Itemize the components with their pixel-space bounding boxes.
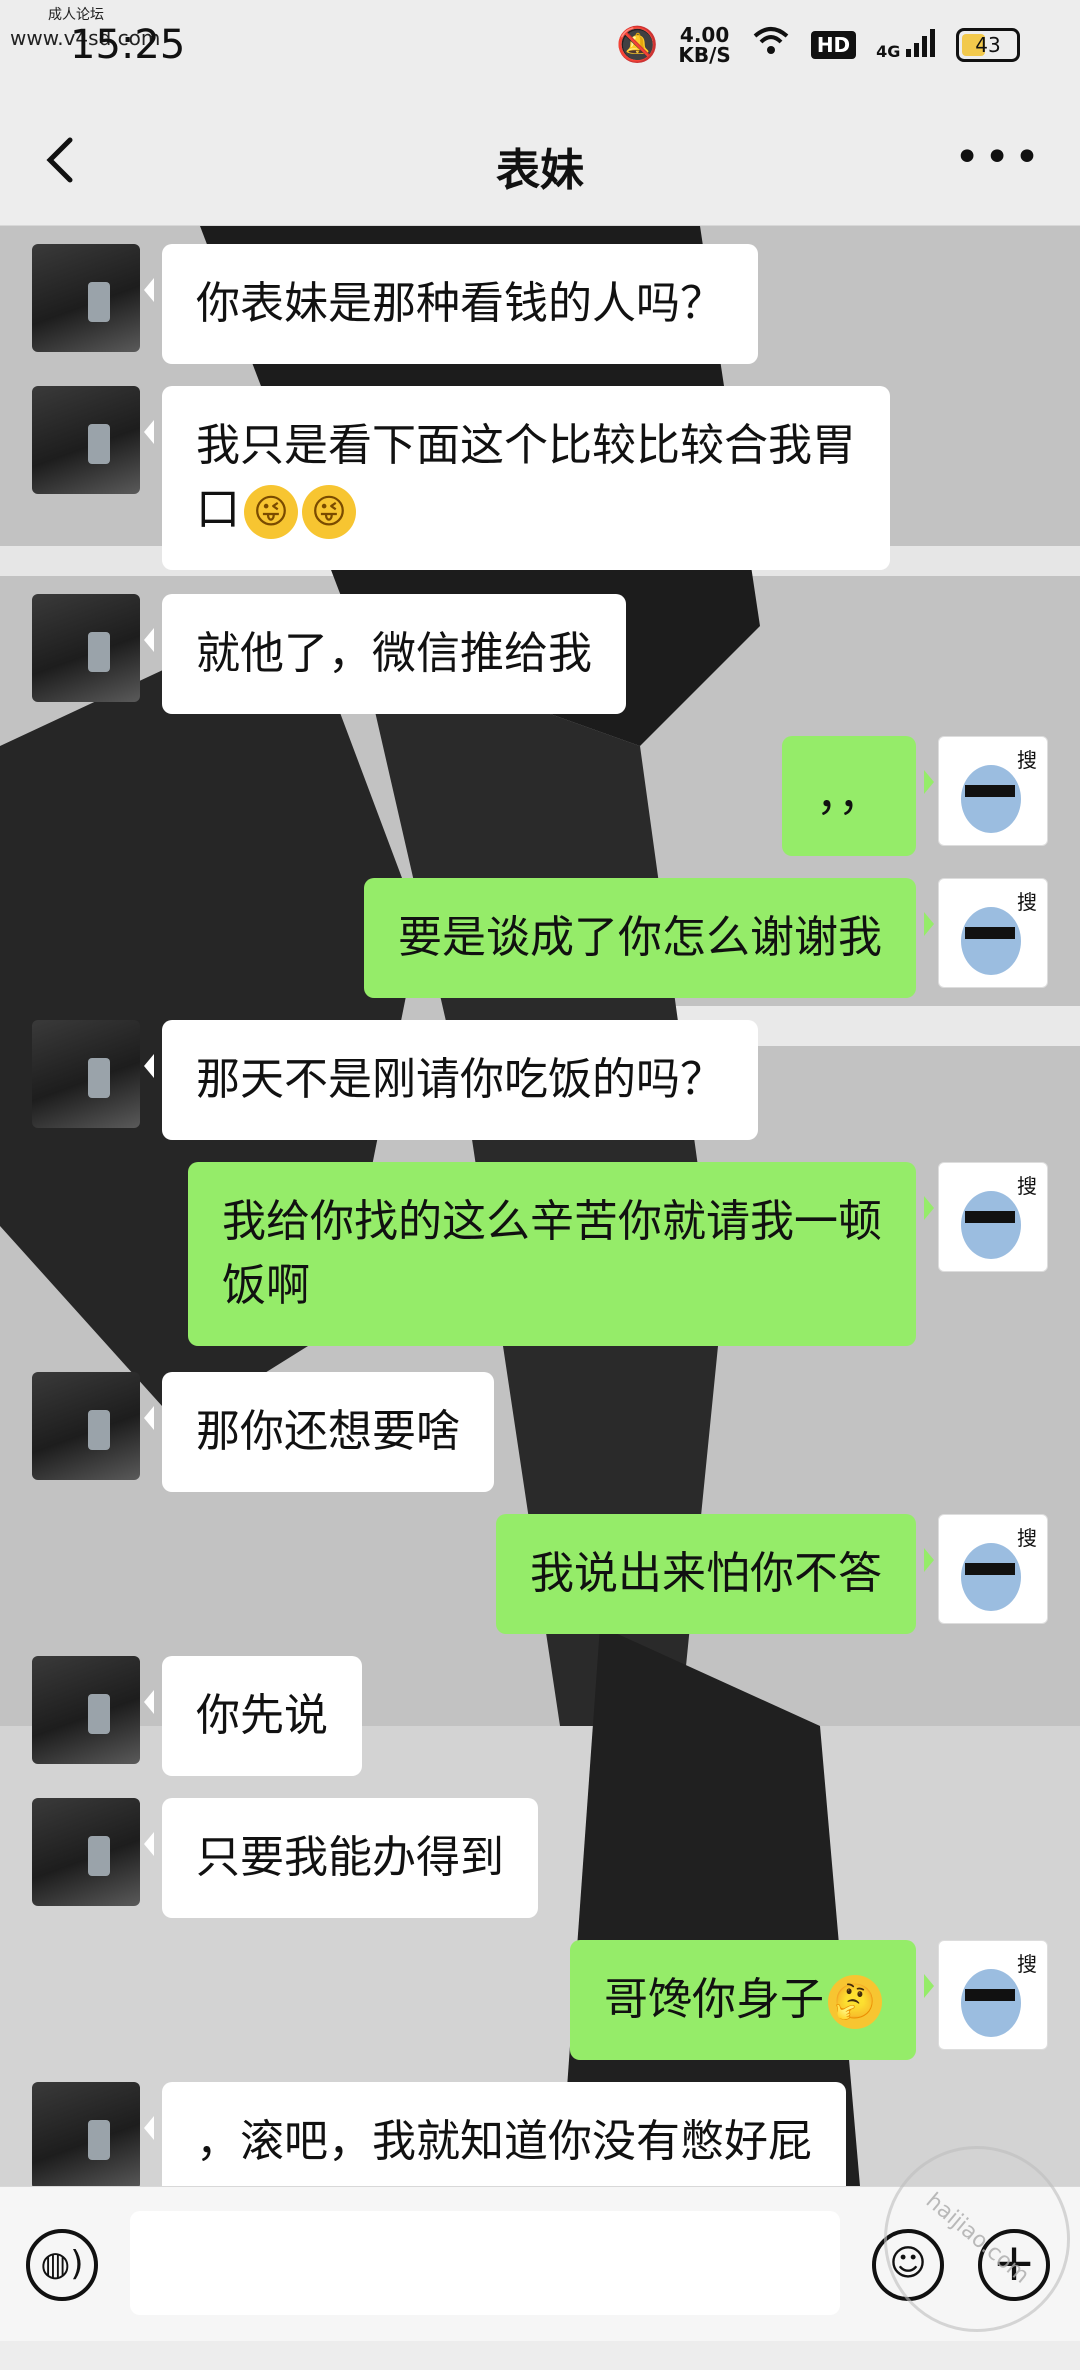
clock: 15:25 [70, 22, 186, 68]
voice-input-icon[interactable]: ◍) [26, 2229, 98, 2301]
message-row: 我只是看下面这个比较比较合我胃口 😜 😜 [32, 386, 912, 570]
message-bubble[interactable]: 那你还想要啥 [144, 1372, 494, 1492]
message-bubble[interactable]: 要是谈成了你怎么谢谢我 [364, 878, 934, 998]
message-row: 搜 我说出来怕你不答 [474, 1514, 1048, 1634]
message-bubble[interactable]: ，滚吧，我就知道你没有憋好屁 [144, 2082, 846, 2186]
more-options-icon[interactable]: ••• [954, 132, 1044, 183]
battery-icon: 43 [956, 27, 1020, 62]
my-avatar[interactable]: 搜 [938, 1514, 1048, 1624]
message-row: 搜 我给你找的这么辛苦你就请我一顿 饭啊 [166, 1162, 1048, 1346]
message-bubble[interactable]: 我给你找的这么辛苦你就请我一顿 饭啊 [188, 1162, 934, 1346]
hd-badge: HD [810, 30, 857, 59]
wink-tongue-emoji-icon: 😜 [302, 485, 356, 539]
mute-bell-icon: 🔕 [616, 24, 659, 65]
my-avatar[interactable]: 搜 [938, 1940, 1048, 2050]
wifi-icon [751, 24, 791, 65]
battery-level: 43 [975, 32, 1001, 57]
status-bar: 成人论坛 www.v4sd.com 15:25 🔕 4.00 KB/S HD 4… [0, 0, 1080, 100]
thinking-emoji-icon: 🤔 [828, 1975, 882, 2029]
contact-avatar[interactable] [32, 1372, 140, 1480]
svg-text:搜: 搜 [1017, 890, 1037, 914]
svg-text:搜: 搜 [1017, 1174, 1037, 1198]
network-type: 4G [876, 41, 901, 61]
message-bubble[interactable]: 你表妹是那种看钱的人吗？ [144, 244, 758, 364]
my-avatar[interactable]: 搜 [938, 736, 1048, 846]
message-bubble[interactable]: 你先说 [144, 1656, 362, 1776]
shark-sticker-icon: 搜 [961, 890, 1037, 975]
shark-sticker-icon: 搜 [961, 1952, 1037, 2037]
message-bubble[interactable]: 就他了，微信推给我 [144, 594, 626, 714]
chat-title: 表妹 [496, 145, 584, 196]
message-input[interactable] [130, 2211, 840, 2315]
message-row: 搜 要是谈成了你怎么谢谢我 [342, 878, 1048, 998]
contact-avatar[interactable] [32, 1798, 140, 1906]
contact-avatar[interactable] [32, 1656, 140, 1764]
message-row: 你先说 [32, 1656, 384, 1776]
message-bubble[interactable]: 只要我能办得到 [144, 1798, 538, 1918]
wink-tongue-emoji-icon: 😜 [244, 485, 298, 539]
contact-avatar[interactable] [32, 386, 140, 494]
message-bubble[interactable]: 那天不是刚请你吃饭的吗？ [144, 1020, 758, 1140]
message-bubble[interactable]: 我说出来怕你不答 [496, 1514, 934, 1634]
net-speed: 4.00 KB/S [678, 25, 730, 65]
svg-text:搜: 搜 [1017, 748, 1037, 772]
shark-sticker-icon: 搜 [961, 1526, 1037, 1611]
chat-area[interactable]: 你表妹是那种看钱的人吗？ 我只是看下面这个比较比较合我胃口 😜 😜 就他了，微信推给… [0, 226, 1080, 2186]
shark-sticker-icon: 搜 [961, 748, 1037, 833]
chat-header: 表妹 ••• [0, 100, 1080, 226]
my-avatar[interactable]: 搜 [938, 1162, 1048, 1272]
svg-text:搜: 搜 [1017, 1952, 1037, 1976]
message-bubble[interactable]: 哥馋你身子 🤔 [570, 1940, 934, 2060]
message-row: ，滚吧，我就知道你没有憋好屁 [32, 2082, 868, 2186]
message-row: 就他了，微信推给我 [32, 594, 648, 714]
net-speed-unit: KB/S [678, 42, 731, 67]
cell-signal-icon: 4G [876, 28, 936, 61]
svg-text:搜: 搜 [1017, 1526, 1037, 1550]
message-row: 那天不是刚请你吃饭的吗？ [32, 1020, 780, 1140]
message-row: 搜 ，， [760, 736, 1048, 856]
message-bubble[interactable]: ，， [782, 736, 934, 856]
message-row: 只要我能办得到 [32, 1798, 560, 1918]
contact-avatar[interactable] [32, 2082, 140, 2186]
contact-avatar[interactable] [32, 594, 140, 702]
message-row: 搜 哥馋你身子 🤔 [548, 1940, 1048, 2060]
message-bubble[interactable]: 我只是看下面这个比较比较合我胃口 😜 😜 [144, 386, 890, 570]
contact-avatar[interactable] [32, 1020, 140, 1128]
net-speed-value: 4.00 [679, 22, 730, 47]
contact-avatar[interactable] [32, 244, 140, 352]
shark-sticker-icon: 搜 [961, 1174, 1037, 1259]
message-row: 那你还想要啥 [32, 1372, 516, 1492]
message-row: 你表妹是那种看钱的人吗？ [32, 244, 780, 364]
my-avatar[interactable]: 搜 [938, 878, 1048, 988]
